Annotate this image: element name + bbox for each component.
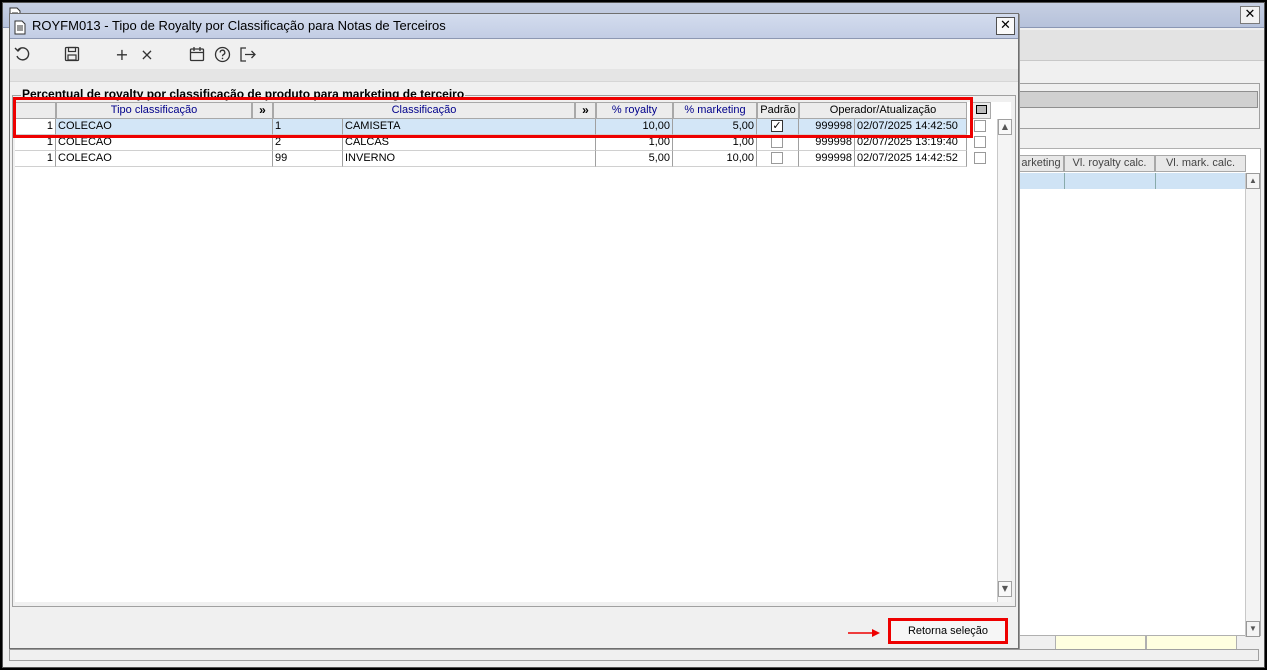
scroll-up-button[interactable]: ▲	[998, 119, 1012, 135]
bg-total-field	[1146, 635, 1237, 650]
add-icon[interactable]: +	[113, 45, 131, 64]
row-select-checkbox[interactable]	[974, 136, 986, 148]
royalty-group: Percentual de royalty por classificação …	[12, 87, 1016, 607]
retorna-selecao-button[interactable]: Retorna seleção	[888, 618, 1008, 644]
bg-row-separator	[1064, 173, 1065, 189]
background-grid: arketing Vl. royalty calc. Vl. mark. cal…	[1017, 148, 1261, 637]
calendar-icon[interactable]	[188, 45, 206, 63]
royalty-dialog: ROYFM013 - Tipo de Royalty por Classific…	[9, 13, 1019, 649]
bg-col-vl-royalty[interactable]: Vl. royalty calc.	[1064, 155, 1155, 172]
background-field	[1019, 91, 1258, 108]
help-icon[interactable]	[213, 45, 231, 63]
select-all-icon[interactable]	[971, 102, 991, 119]
cell-tipo[interactable]: COLECAO	[56, 151, 273, 167]
cell-operador[interactable]: 999998	[799, 151, 855, 167]
background-toolbar	[1017, 30, 1264, 61]
delete-icon[interactable]: ×	[138, 45, 156, 64]
cell-tipo-code[interactable]: 1	[15, 151, 56, 167]
row-select-checkbox[interactable]	[974, 120, 986, 132]
bg-total-field	[1055, 635, 1146, 650]
exit-icon[interactable]	[238, 45, 256, 63]
cell-padrao	[757, 151, 799, 167]
undo-icon[interactable]	[13, 45, 31, 63]
bg-vertical-scrollbar[interactable]: ▲ ▼	[1245, 173, 1260, 637]
row-select-checkbox[interactable]	[974, 152, 986, 164]
toolbar-separator	[10, 69, 1018, 82]
bg-row-separator	[1155, 173, 1156, 189]
close-button[interactable]: ✕	[996, 17, 1015, 35]
dialog-title: ROYFM013 - Tipo de Royalty por Classific…	[32, 18, 446, 33]
bg-col-vl-mark[interactable]: Vl. mark. calc.	[1155, 155, 1246, 172]
save-icon[interactable]	[63, 45, 81, 63]
padrao-checkbox[interactable]	[771, 152, 783, 164]
scroll-down-button[interactable]: ▼	[998, 581, 1012, 597]
bg-col-marketing[interactable]: arketing	[1018, 155, 1064, 172]
highlight-box	[13, 97, 973, 138]
cell-classificacao[interactable]: INVERNO	[343, 151, 596, 167]
bg-selected-row[interactable]	[1018, 173, 1245, 189]
royalty-grid: Tipo classificação » Classificação » % r…	[13, 97, 1012, 602]
cell-atualizacao[interactable]: 02/07/2025 14:42:52	[855, 151, 967, 167]
cell-marketing[interactable]: 10,00	[673, 151, 757, 167]
background-group	[1017, 83, 1260, 129]
cell-royalty[interactable]: 5,00	[596, 151, 673, 167]
dialog-titlebar: ROYFM013 - Tipo de Royalty por Classific…	[10, 14, 1018, 39]
bg-status-bar	[9, 649, 1259, 661]
background-close-button[interactable]: ✕	[1240, 6, 1260, 24]
cell-class-code[interactable]: 99	[273, 151, 343, 167]
bg-scroll-up-button[interactable]: ▲	[1246, 173, 1260, 189]
screen-frame: ✕ arketing Vl. royalty calc. Vl. mark. c…	[2, 2, 1265, 668]
bg-scroll-down-button[interactable]: ▼	[1246, 621, 1260, 637]
table-row[interactable]: 1 COLECAO 99 INVERNO 5,00 10,00 999998 0…	[15, 151, 997, 167]
toolbar: + ×	[10, 39, 1018, 69]
arrow-icon	[847, 625, 881, 643]
vertical-scrollbar[interactable]: ▲ ▼	[997, 119, 1012, 602]
